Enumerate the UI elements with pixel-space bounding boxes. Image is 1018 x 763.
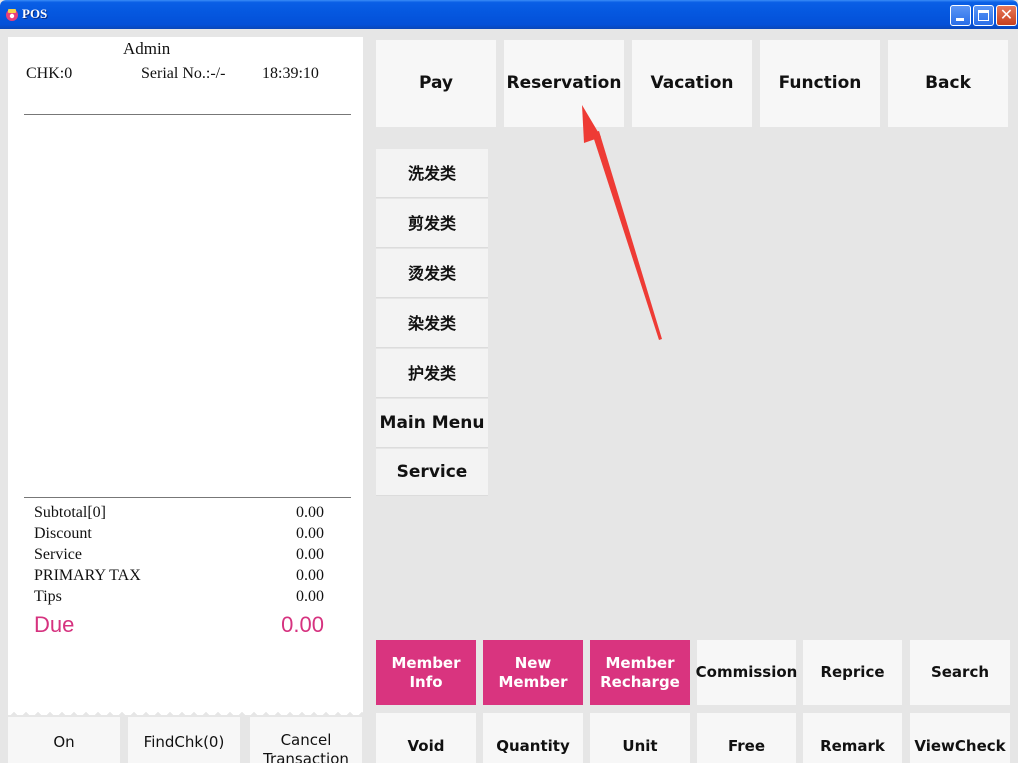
on-button[interactable]: On: [8, 717, 120, 763]
total-label: Subtotal[0]: [34, 504, 106, 521]
function-button[interactable]: Function: [760, 40, 880, 127]
close-icon: ✕: [999, 5, 1014, 24]
operator-name: Admin: [123, 39, 171, 58]
category-perm[interactable]: 烫发类: [376, 249, 488, 298]
receipt-serrated-edge: [8, 706, 363, 715]
member-recharge-button[interactable]: Member Recharge: [590, 640, 690, 705]
new-member-button[interactable]: New Member: [483, 640, 583, 705]
category-wash[interactable]: 洗发类: [376, 149, 488, 198]
minimize-button[interactable]: [950, 5, 971, 26]
total-label: Discount: [34, 525, 92, 542]
remark-button[interactable]: Remark: [803, 713, 902, 763]
app-icon: [6, 9, 18, 21]
receipt-divider-top: [24, 114, 351, 115]
search-button[interactable]: Search: [910, 640, 1010, 705]
maximize-button[interactable]: [973, 5, 994, 26]
totals-section: Subtotal[0] 0.00 Discount 0.00 Service 0…: [34, 504, 326, 637]
receipt-panel: Admin CHK:0 Serial No.:-/- 18:39:10 Subt…: [8, 37, 363, 715]
maximize-icon: [978, 10, 989, 21]
pay-button[interactable]: Pay: [376, 40, 496, 127]
main-menu-button[interactable]: Main Menu: [376, 399, 488, 448]
total-value: 0.00: [296, 567, 324, 584]
window-title: POS: [22, 6, 48, 21]
void-button[interactable]: Void: [376, 713, 476, 763]
back-button[interactable]: Back: [888, 40, 1008, 127]
vacation-button[interactable]: Vacation: [632, 40, 752, 127]
free-button[interactable]: Free: [697, 713, 796, 763]
receipt-divider-bottom: [24, 497, 351, 498]
category-dye[interactable]: 染发类: [376, 299, 488, 348]
category-cut[interactable]: 剪发类: [376, 199, 488, 248]
total-row-tax: PRIMARY TAX 0.00: [34, 567, 326, 588]
minimize-icon: [956, 18, 964, 21]
total-row-due: Due 0.00: [34, 609, 326, 637]
close-button[interactable]: ✕: [996, 5, 1017, 26]
reservation-button[interactable]: Reservation: [504, 40, 624, 127]
cancel-transaction-button[interactable]: Cancel Transaction: [250, 717, 362, 763]
total-label: Service: [34, 546, 82, 563]
service-button[interactable]: Service: [376, 449, 488, 496]
check-number: CHK:0: [26, 65, 73, 82]
commission-button[interactable]: Commission: [696, 640, 797, 705]
total-row-service: Service 0.00: [34, 546, 326, 567]
reprice-button[interactable]: Reprice: [803, 640, 902, 705]
view-check-button[interactable]: ViewCheck: [910, 713, 1010, 763]
total-label: Tips: [34, 588, 62, 605]
total-row-discount: Discount 0.00: [34, 525, 326, 546]
category-care[interactable]: 护发类: [376, 349, 488, 398]
total-row-tips: Tips 0.00: [34, 588, 326, 609]
title-bar: POS ✕: [0, 0, 1018, 29]
member-info-button[interactable]: Member Info: [376, 640, 476, 705]
total-value: 0.00: [296, 525, 324, 542]
serial-number: Serial No.:-/-: [141, 65, 226, 82]
total-row-subtotal: Subtotal[0] 0.00: [34, 504, 326, 525]
due-label: Due: [34, 612, 75, 637]
total-value: 0.00: [296, 504, 324, 521]
quantity-button[interactable]: Quantity: [483, 713, 583, 763]
total-value: 0.00: [296, 546, 324, 563]
total-label: PRIMARY TAX: [34, 567, 141, 584]
receipt-time: 18:39:10: [262, 65, 319, 82]
unit-button[interactable]: Unit: [590, 713, 690, 763]
find-check-button[interactable]: FindChk(0): [128, 717, 240, 763]
total-value: 0.00: [296, 588, 324, 605]
due-value: 0.00: [281, 612, 324, 637]
